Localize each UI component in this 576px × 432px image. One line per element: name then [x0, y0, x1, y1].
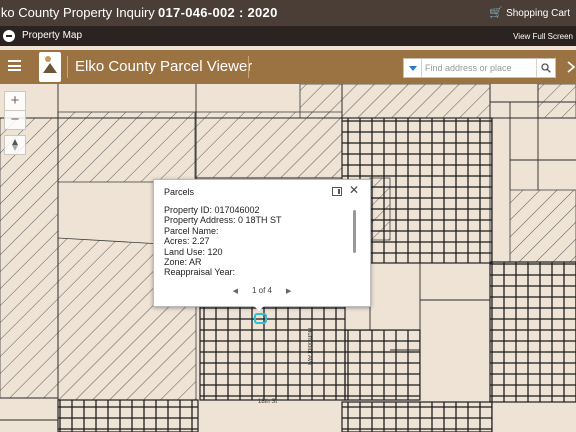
popup-pointer	[252, 304, 266, 311]
more-icon[interactable]	[566, 60, 576, 74]
collapse-icon[interactable]	[3, 30, 15, 42]
menu-icon[interactable]	[8, 60, 21, 71]
view-full-screen-link[interactable]: View Full Screen	[513, 32, 573, 41]
popup-line: Land Use: 120	[164, 246, 223, 257]
parcel-popup: Parcels ✕ Property ID: 017046002 Propert…	[153, 179, 371, 307]
zoom-out-button[interactable]: −	[5, 110, 25, 129]
zoom-controls: + −	[4, 91, 26, 130]
search-button[interactable]	[536, 59, 555, 77]
county-logo	[39, 52, 61, 82]
page-title: lko County Property Inquiry	[0, 5, 155, 20]
close-icon[interactable]: ✕	[349, 183, 359, 197]
dock-icon[interactable]	[332, 187, 342, 196]
shopping-cart-button[interactable]: 🛒 Shopping Cart	[489, 6, 570, 19]
popup-line: Reappraisal Year:	[164, 267, 236, 278]
search-widget	[403, 58, 556, 78]
popup-line: Property Address: 0 18TH ST	[164, 215, 282, 226]
zoom-in-button[interactable]: +	[5, 92, 25, 110]
search-input[interactable]	[425, 59, 535, 77]
popup-line: Zone: AR	[164, 257, 202, 268]
search-icon	[541, 63, 551, 73]
app-title: Elko County Parcel Viewer	[75, 58, 253, 75]
pager-count: 1 of 4	[251, 286, 272, 295]
popup-scrollbar[interactable]	[353, 210, 356, 253]
popup-content: Property ID: 017046002 Property Address:…	[164, 205, 354, 279]
compass-icon[interactable]	[4, 135, 26, 155]
popup-line: Parcel Name:	[164, 225, 219, 236]
property-map-bar: Property Map View Full Screen	[0, 26, 576, 46]
popup-line: Property ID: 017046002	[164, 205, 260, 215]
header-divider	[248, 56, 249, 78]
street-label-18th: 18th St	[258, 399, 277, 405]
cart-icon: 🛒	[489, 7, 504, 19]
popup-pager: ◀ 1 of 4 ▶	[154, 286, 370, 295]
popup-title: Parcels	[164, 187, 195, 197]
previous-icon[interactable]: ◀	[233, 287, 238, 295]
shopping-cart-label: Shopping Cart	[506, 8, 570, 19]
top-bar: lko County Property Inquiry 017-046-002 …	[0, 0, 576, 26]
next-icon[interactable]: ▶	[286, 287, 291, 295]
selected-parcel-marker[interactable]	[254, 313, 267, 324]
property-map-label: Property Map	[22, 30, 83, 41]
search-source-dropdown[interactable]	[404, 59, 422, 77]
property-id: 017-046-002 : 2020	[158, 5, 278, 20]
popup-line: Acres: 2.27	[164, 236, 210, 247]
header-divider	[67, 56, 68, 78]
street-label-humboldt: Humboldt Ave	[306, 328, 312, 366]
